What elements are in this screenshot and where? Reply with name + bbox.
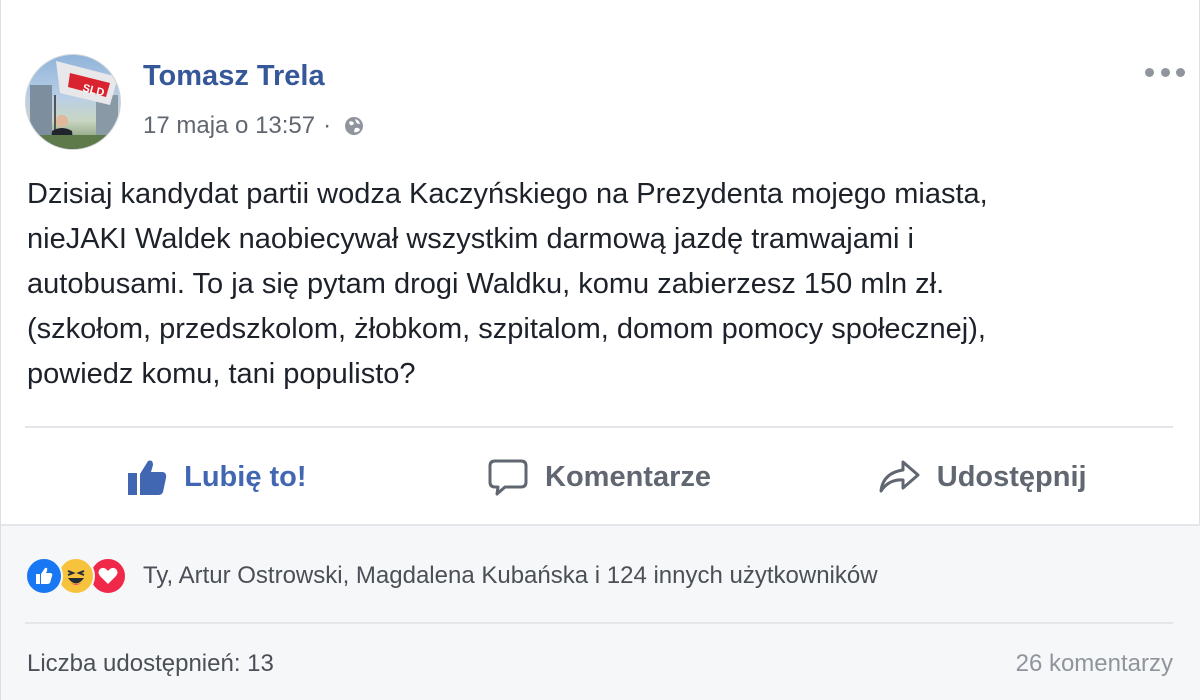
comment-label: Komentarze — [545, 460, 711, 493]
post-footer: Ty, Artur Ostrowski, Magdalena Kubańska … — [1, 524, 1200, 700]
timestamp[interactable]: 17 maja o 13:57 — [143, 112, 315, 140]
ellipsis-icon — [1145, 67, 1154, 77]
meta-separator: · — [323, 112, 332, 139]
avatar-photo: SLD — [26, 61, 120, 149]
like-reaction-icon[interactable] — [25, 557, 63, 595]
like-label: Lubię to! — [184, 460, 307, 493]
reactions-summary[interactable]: Ty, Artur Ostrowski, Magdalena Kubańska … — [25, 556, 878, 596]
more-options-button[interactable] — [1145, 62, 1185, 82]
post-text-line: autobusami. To ja się pytam drogi Waldku… — [27, 268, 945, 300]
divider — [25, 426, 1173, 428]
avatar[interactable]: SLD — [25, 54, 121, 150]
post-meta: 17 maja o 13:57 · — [143, 112, 365, 140]
post-text-line: powiedz komu, tani populisto? — [27, 358, 416, 390]
post-text: Dzisiaj kandydat partii wodza Kaczyńskie… — [27, 172, 1167, 397]
reactions-text[interactable]: Ty, Artur Ostrowski, Magdalena Kubańska … — [143, 562, 878, 590]
like-button[interactable]: Lubię to! — [25, 432, 408, 522]
post-text-line: (szkołom, przedszkolom, żłobkom, szpital… — [27, 313, 986, 345]
share-button[interactable]: Udostępnij — [790, 432, 1173, 522]
shares-count[interactable]: Liczba udostępnień: 13 — [27, 650, 274, 678]
comment-icon — [488, 459, 528, 496]
facebook-post: SLD Tomasz Trela 17 maja o 13:57 · Dzisi… — [0, 0, 1200, 700]
action-bar: Lubię to! Komentarze Udostępnij — [25, 432, 1173, 522]
divider — [25, 622, 1173, 624]
share-label: Udostępnij — [936, 460, 1087, 493]
reaction-icons[interactable] — [25, 557, 127, 595]
post-header: SLD Tomasz Trela 17 maja o 13:57 · — [25, 52, 1185, 152]
share-icon — [879, 460, 920, 493]
comments-count[interactable]: 26 komentarzy — [1016, 650, 1173, 678]
post-text-line: Dzisiaj kandydat partii wodza Kaczyńskie… — [27, 178, 988, 210]
globe-icon[interactable] — [343, 115, 365, 137]
author-name[interactable]: Tomasz Trela — [143, 60, 325, 93]
comment-button[interactable]: Komentarze — [408, 432, 791, 522]
thumbs-up-icon — [128, 460, 167, 495]
post-text-line: nieJAKI Waldek naobiecywał wszystkim dar… — [27, 223, 914, 255]
